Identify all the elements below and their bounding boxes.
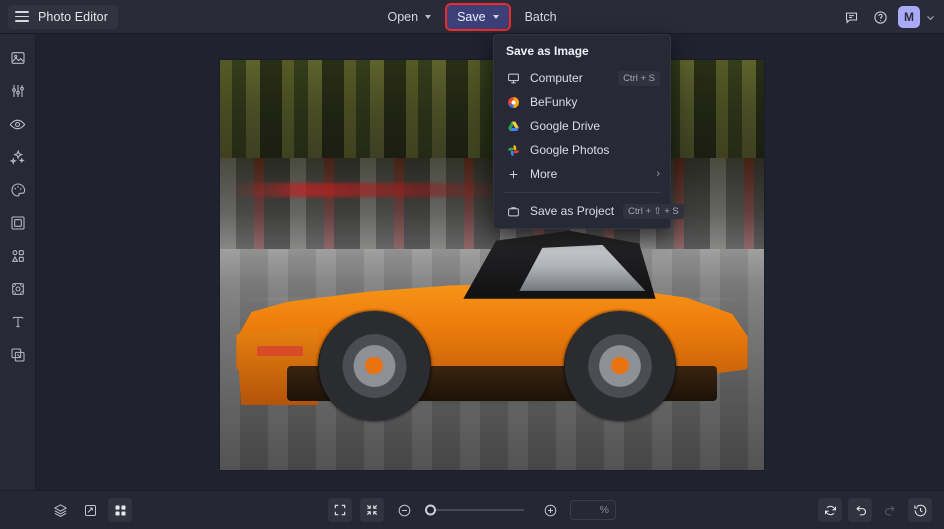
zoom-out-minus-icon[interactable]: [392, 498, 416, 522]
dropdown-item-google-drive[interactable]: Google Drive: [494, 114, 670, 138]
menu-save-label: Save: [457, 9, 486, 24]
top-right-controls: M: [838, 0, 937, 34]
fullscreen-expand-icon[interactable]: [328, 498, 352, 522]
dropdown-item-computer[interactable]: Computer Ctrl + S: [494, 66, 670, 90]
dropdown-item-google-photos-label: Google Photos: [530, 143, 610, 157]
sidebar-item-graphics[interactable]: [5, 343, 31, 367]
dropdown-item-befunky[interactable]: BeFunky: [494, 90, 670, 114]
menu-batch-button[interactable]: Batch: [515, 5, 567, 29]
befunky-logo-icon: [506, 96, 521, 109]
photo-editor-app: Photo Editor Open Save Batch M Save as I…: [0, 0, 944, 529]
dropdown-item-save-as-project-label: Save as Project: [530, 204, 615, 218]
left-sidebar: [0, 34, 36, 500]
bottom-toolbar: %: [0, 490, 944, 529]
plus-icon: [506, 168, 521, 181]
dropdown-item-computer-label: Computer: [530, 71, 583, 85]
sidebar-item-artsy[interactable]: [5, 178, 31, 202]
zoom-percent-input[interactable]: %: [570, 500, 616, 520]
dropdown-title: Save as Image: [506, 44, 589, 58]
google-photos-icon: [506, 144, 521, 157]
avatar[interactable]: M: [898, 6, 920, 28]
top-menu-group: Open Save Batch: [0, 2, 944, 31]
sidebar-item-adjust[interactable]: [5, 79, 31, 103]
dropdown-item-save-as-project[interactable]: Save as Project Ctrl + ⇧ + S: [494, 199, 684, 223]
reset-rotate-icon[interactable]: [818, 498, 842, 522]
chevron-down-icon: [425, 14, 432, 19]
photo-scene: [220, 60, 764, 470]
sidebar-item-textures[interactable]: [5, 277, 31, 301]
sidebar-item-overlays[interactable]: [5, 244, 31, 268]
briefcase-icon: [506, 205, 521, 218]
fit-to-screen-icon[interactable]: [360, 498, 384, 522]
dropdown-item-save-as-project-shortcut: Ctrl + ⇧ + S: [623, 203, 684, 219]
menu-save-button[interactable]: Save: [445, 2, 511, 31]
editor-canvas[interactable]: [36, 34, 944, 490]
avatar-chevron-down-icon[interactable]: [923, 13, 937, 22]
zoom-slider-handle[interactable]: [425, 504, 436, 516]
sidebar-item-edit[interactable]: [5, 46, 31, 70]
photo-car: [236, 224, 748, 421]
help-question-icon[interactable]: [867, 4, 893, 30]
save-dropdown-menu: Save as Image Computer Ctrl + S BeFunky: [493, 34, 684, 229]
menu-open-button[interactable]: Open: [377, 5, 441, 29]
zoom-slider-track[interactable]: [425, 504, 524, 516]
zoom-in-plus-icon[interactable]: [538, 498, 562, 522]
chevron-right-icon: ›: [656, 168, 660, 180]
undo-icon[interactable]: [848, 498, 872, 522]
dropdown-item-computer-shortcut: Ctrl + S: [618, 70, 660, 86]
dropdown-item-more-label: More: [530, 167, 558, 181]
google-drive-icon: [506, 120, 521, 133]
zoom-percent-unit: %: [599, 504, 609, 516]
car-rear-wheel: [563, 310, 677, 421]
photo-red-streak: [230, 183, 514, 198]
dropdown-item-google-drive-label: Google Drive: [530, 119, 601, 133]
sidebar-item-effects[interactable]: [5, 145, 31, 169]
dropdown-item-befunky-label: BeFunky: [530, 95, 578, 109]
zoom-slider[interactable]: [425, 504, 524, 516]
dropdown-divider: [503, 192, 661, 193]
redo-icon[interactable]: [878, 498, 902, 522]
dropdown-item-google-photos[interactable]: Google Photos: [494, 138, 670, 162]
menu-batch-label: Batch: [524, 9, 557, 24]
photo-foliage-blur: [220, 60, 764, 167]
sidebar-item-text[interactable]: [5, 310, 31, 334]
photo-canvas-image[interactable]: [220, 60, 764, 470]
monitor-icon: [506, 72, 521, 85]
zoom-controls: %: [0, 498, 944, 522]
history-clock-icon[interactable]: [908, 498, 932, 522]
bottom-right-controls: [818, 498, 932, 522]
feedback-chat-icon[interactable]: [838, 4, 864, 30]
chevron-down-icon: [492, 14, 499, 19]
car-headlight: [256, 346, 303, 356]
top-bar: Photo Editor Open Save Batch M: [0, 0, 944, 34]
car-front-wheel: [318, 310, 431, 421]
sidebar-item-frames[interactable]: [5, 211, 31, 235]
dropdown-item-more[interactable]: More ›: [494, 162, 670, 186]
sidebar-item-retouch[interactable]: [5, 112, 31, 136]
menu-open-label: Open: [387, 9, 419, 24]
